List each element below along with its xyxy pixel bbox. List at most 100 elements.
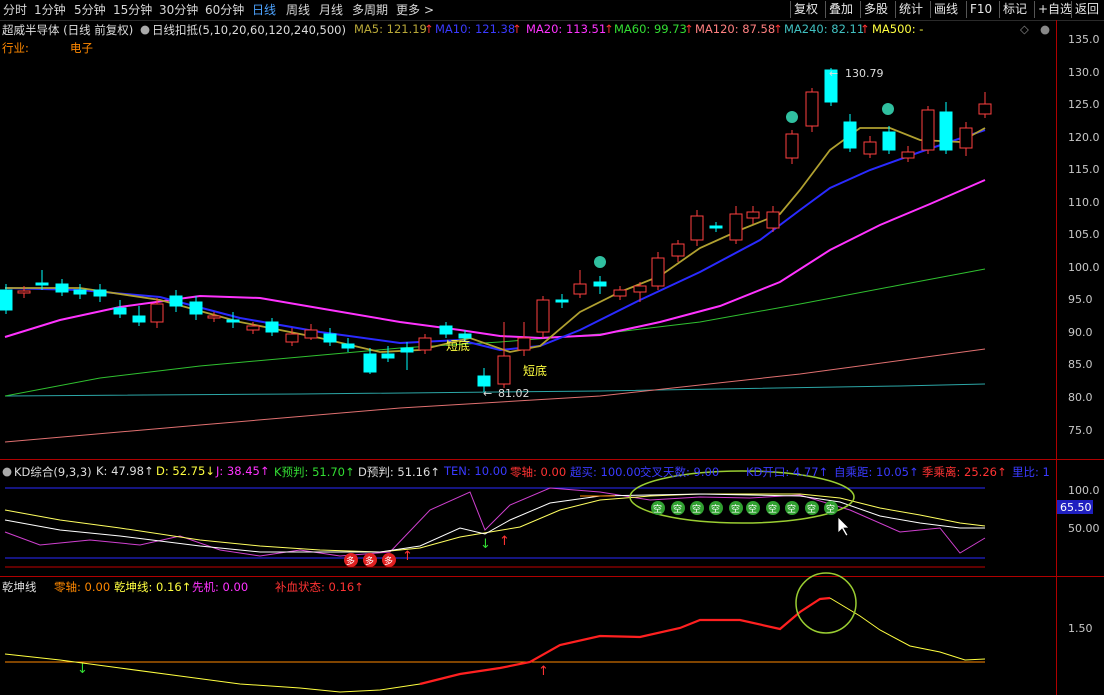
- candle-body: [132, 315, 146, 323]
- high-label: 130.79: [845, 67, 884, 80]
- candle-body: [341, 343, 355, 349]
- buy-signals: 多多多: [344, 553, 396, 567]
- candle-body: [113, 307, 127, 315]
- candle-body: [93, 289, 107, 297]
- kd-legend-j: J: 38.45↑: [216, 464, 270, 478]
- empty-signal-label: 空: [711, 503, 720, 515]
- candle-body: [439, 325, 453, 335]
- qk-legend-0[interactable]: 乾坤线: [2, 579, 37, 595]
- bottom-label-1: 短底: [446, 338, 470, 353]
- kd-legend-dpred: D预判: 51.16↑: [358, 465, 440, 479]
- candle-body: [613, 289, 627, 297]
- empty-signal-label: 空: [653, 503, 662, 515]
- empty-signal-label: 空: [692, 503, 701, 515]
- candle-body: [35, 282, 49, 286]
- candle-body: [246, 325, 260, 331]
- kd-axis-100: 100.0: [1068, 484, 1100, 497]
- candle-body: [477, 375, 491, 387]
- empty-signal-label: 空: [731, 503, 740, 515]
- qk-legend-xianji: 先机: 0.00: [192, 580, 249, 594]
- candle-body: [517, 337, 531, 351]
- candle-body: [959, 127, 973, 149]
- buy-arrow-icon: ↑: [538, 664, 549, 679]
- qk-legend-qk: 乾坤线: 0.16↑: [114, 580, 192, 594]
- kd-legend-zero: 零轴: 0.00: [510, 465, 567, 479]
- kd-legend-icon[interactable]: ●: [2, 464, 12, 478]
- kd-legend-k: K: 47.98↑: [96, 464, 154, 478]
- mouse-cursor-icon: [837, 516, 850, 537]
- candle-body: [785, 133, 799, 159]
- sell-arrow-icon: ↓: [480, 537, 491, 552]
- kd-legend-ratio: 里比: 1: [1012, 465, 1050, 479]
- kd-legend-overbought: 超买: 100.00: [570, 465, 641, 479]
- empty-signal-label: 空: [787, 503, 796, 515]
- pane-separator: [0, 576, 1104, 577]
- ma60-line: [4, 268, 986, 397]
- low-label: 81.02: [498, 387, 530, 400]
- qk-legend-buxue: 补血状态: 0.16↑: [275, 580, 364, 594]
- buy-arrow-icon: ↑: [499, 534, 510, 549]
- ma240-line: [4, 383, 986, 397]
- candle-body: [73, 289, 87, 295]
- qk-line-red: [419, 596, 831, 686]
- candle-body: [418, 337, 432, 351]
- qk-line-yellow: [4, 653, 421, 693]
- candle-body: [746, 211, 760, 219]
- signal-down-icon: [786, 111, 798, 123]
- candle-body: [207, 315, 221, 319]
- buy-signal-label: 多: [384, 555, 393, 567]
- kd-axis-50: 50.00: [1068, 522, 1100, 535]
- candle-body: [633, 285, 647, 293]
- candle-body: [709, 225, 723, 229]
- kd-legend-0[interactable]: KD综合(9,3,3): [14, 464, 92, 480]
- empty-signal-label: 空: [748, 503, 757, 515]
- signal-down-icon: [594, 256, 606, 268]
- candle-body: [17, 290, 31, 294]
- kd-legend-cross-days: 交叉天数: 9.00: [640, 465, 720, 479]
- signal-down-icon: [882, 103, 894, 115]
- kd-legend-d: D: 52.75↓: [156, 464, 215, 478]
- candle-body: [882, 131, 896, 151]
- candle-body: [921, 109, 935, 151]
- candle-body: [189, 301, 203, 315]
- candle-body: [690, 215, 704, 241]
- buy-signal-label: 多: [365, 555, 374, 567]
- candle-body: [497, 355, 511, 385]
- buy-signal-label: 多: [346, 555, 355, 567]
- kd-legend-kd-open: KD开口: 4.77↑: [746, 465, 829, 479]
- candle-body: [901, 151, 915, 159]
- candle-body: [843, 121, 857, 149]
- qk-axis-150: 1.50: [1068, 622, 1093, 635]
- candle-body: [381, 353, 395, 359]
- empty-signal-label: 空: [768, 503, 777, 515]
- candle-body: [555, 299, 569, 303]
- candle-body: [978, 103, 992, 115]
- highlight-circle: [795, 572, 857, 634]
- kd-legend-self-dist: 自乘距: 10.05↑: [834, 465, 919, 479]
- pane-separator: [0, 459, 1104, 460]
- candle-body: [671, 243, 685, 257]
- candle-body: [400, 347, 414, 353]
- low-marker: ←: [483, 387, 492, 400]
- candle-body: [863, 141, 877, 155]
- candle-body: [363, 353, 377, 373]
- kd-value-tag: 65.50: [1060, 501, 1092, 514]
- high-marker: ←: [829, 67, 838, 80]
- candle-body: [766, 211, 780, 229]
- candle-body: [729, 213, 743, 241]
- candle-body: [805, 91, 819, 127]
- candle-body: [226, 319, 240, 323]
- candle-body: [265, 321, 279, 333]
- kd-legend-season: 季乘离: 25.26↑: [922, 465, 1007, 479]
- candle-body: [536, 299, 550, 333]
- kd-legend-ten: TEN: 10.00: [444, 464, 508, 478]
- candle-body: [150, 303, 164, 323]
- candle-body: [939, 111, 953, 151]
- qk-legend-zero: 零轴: 0.00: [54, 580, 111, 594]
- candle-body: [573, 283, 587, 295]
- candle-body: [285, 333, 299, 343]
- empty-signals: 空空空空空空空空空空: [651, 501, 838, 515]
- candles: [0, 68, 992, 392]
- empty-signal-label: 空: [826, 503, 835, 515]
- candle-body: [593, 281, 607, 287]
